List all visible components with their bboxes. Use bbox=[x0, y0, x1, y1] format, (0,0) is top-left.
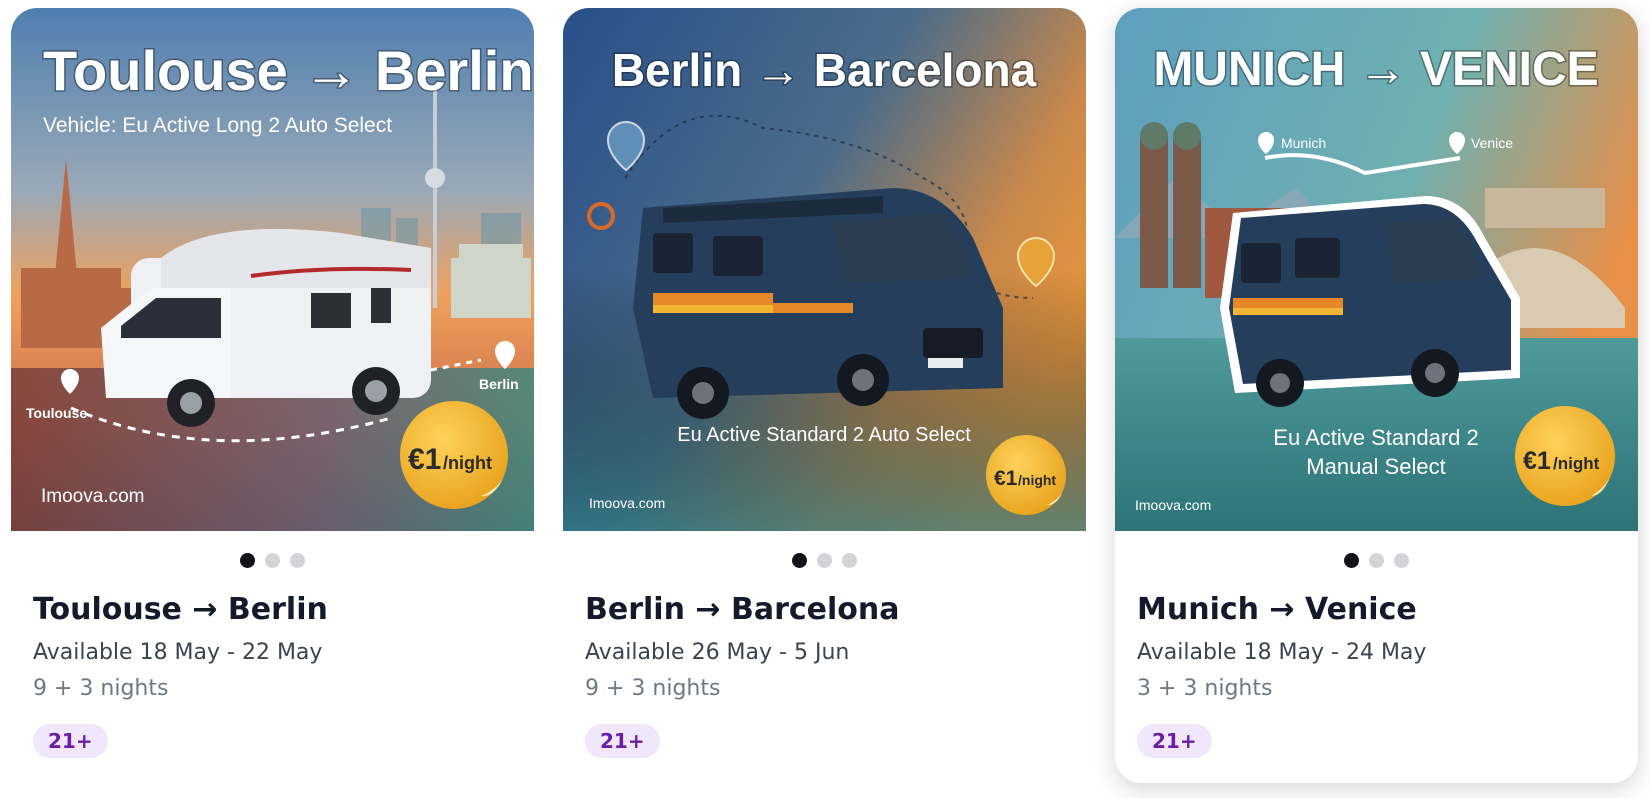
listing-card-toulouse-berlin[interactable]: Toulouse Berlin Toulouse → Berlin Vehicl… bbox=[11, 8, 534, 783]
listing-grid: Toulouse Berlin Toulouse → Berlin Vehicl… bbox=[0, 0, 1650, 798]
listing-image-art: Toulouse Berlin Toulouse → Berlin Vehicl… bbox=[11, 8, 534, 531]
carousel-dot[interactable] bbox=[240, 553, 255, 568]
price-sticker-unit: /night bbox=[1018, 472, 1056, 488]
listing-image-art: Munich Venice MUNICH → VENICE Eu Active … bbox=[1115, 8, 1638, 531]
carousel-dot[interactable] bbox=[1394, 553, 1409, 568]
price-sticker-unit: /night bbox=[443, 453, 492, 473]
image-headline: Berlin → Barcelona bbox=[612, 44, 1037, 96]
listing-title[interactable]: Toulouse → Berlin bbox=[33, 592, 328, 627]
carousel-dot[interactable] bbox=[1344, 553, 1359, 568]
nights-count: 9 + 3 nights bbox=[33, 676, 169, 701]
image-vehicle-line: Eu Active Standard 2 Auto Select bbox=[677, 424, 971, 446]
listing-image[interactable]: Berlin → Barcelona Eu Active Standard 2 … bbox=[563, 8, 1086, 531]
availability-dates: Available 18 May - 24 May bbox=[1137, 640, 1427, 665]
carousel-dots bbox=[563, 553, 1086, 568]
image-brand: Imoova.com bbox=[1135, 497, 1211, 513]
carousel-dot[interactable] bbox=[817, 553, 832, 568]
age-badge: 21+ bbox=[585, 724, 660, 758]
listing-image[interactable]: Toulouse Berlin Toulouse → Berlin Vehicl… bbox=[11, 8, 534, 531]
image-vehicle-line-1: Eu Active Standard 2 bbox=[1273, 425, 1478, 450]
price-sticker-unit: /night bbox=[1553, 454, 1600, 473]
listing-title[interactable]: Berlin → Barcelona bbox=[585, 592, 900, 627]
image-vehicle-line-2: Manual Select bbox=[1306, 454, 1445, 479]
availability-dates: Available 18 May - 22 May bbox=[33, 640, 323, 665]
price-sticker-value: €1 bbox=[408, 443, 441, 476]
nights-count: 3 + 3 nights bbox=[1137, 676, 1273, 701]
pin-label-to: Venice bbox=[1471, 135, 1513, 151]
image-brand: Imoova.com bbox=[589, 495, 665, 511]
image-vehicle-line: Vehicle: Eu Active Long 2 Auto Select bbox=[43, 114, 392, 137]
image-brand: Imoova.com bbox=[41, 486, 144, 507]
carousel-dot[interactable] bbox=[1369, 553, 1384, 568]
listing-card-berlin-barcelona[interactable]: Berlin → Barcelona Eu Active Standard 2 … bbox=[563, 8, 1086, 783]
pin-label-from: Munich bbox=[1281, 135, 1326, 151]
pin-label-to: Berlin bbox=[479, 376, 519, 392]
age-badge: 21+ bbox=[1137, 724, 1212, 758]
listing-card-munich-venice[interactable]: Munich Venice MUNICH → VENICE Eu Active … bbox=[1115, 8, 1638, 783]
carousel-dots bbox=[11, 553, 534, 568]
nights-count: 9 + 3 nights bbox=[585, 676, 721, 701]
age-badge: 21+ bbox=[33, 724, 108, 758]
carousel-dots bbox=[1115, 553, 1638, 568]
image-headline: MUNICH → VENICE bbox=[1153, 43, 1598, 96]
pin-label-from: Toulouse bbox=[26, 405, 87, 421]
carousel-dot[interactable] bbox=[290, 553, 305, 568]
price-sticker-value: €1 bbox=[994, 467, 1018, 490]
price-sticker-value: €1 bbox=[1523, 447, 1551, 475]
carousel-dot[interactable] bbox=[265, 553, 280, 568]
carousel-dot[interactable] bbox=[842, 553, 857, 568]
listing-title[interactable]: Munich → Venice bbox=[1137, 592, 1417, 627]
carousel-dot[interactable] bbox=[792, 553, 807, 568]
image-headline: Toulouse → Berlin bbox=[43, 39, 534, 102]
listing-image[interactable]: Munich Venice MUNICH → VENICE Eu Active … bbox=[1115, 8, 1638, 531]
listing-image-art: Berlin → Barcelona Eu Active Standard 2 … bbox=[563, 8, 1086, 531]
availability-dates: Available 26 May - 5 Jun bbox=[585, 640, 850, 665]
